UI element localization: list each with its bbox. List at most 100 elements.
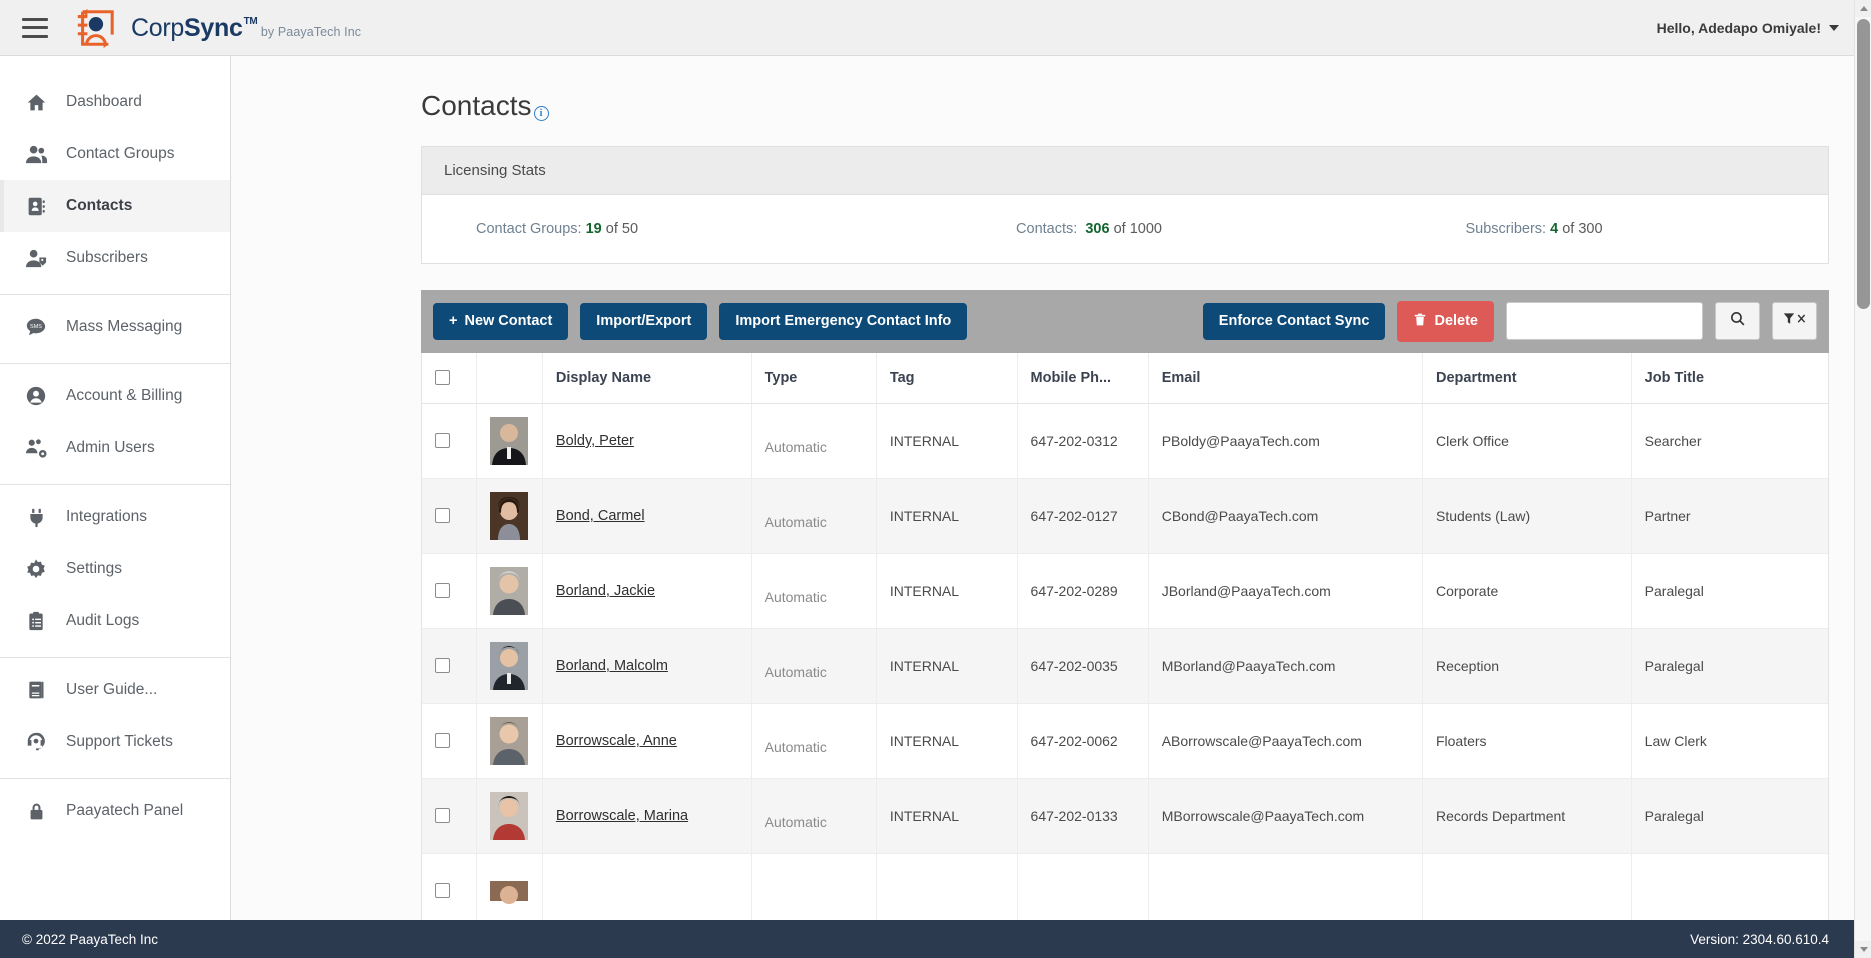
row-job-title-cell: Law Clerk — [1631, 703, 1828, 779]
row-select-cell — [422, 553, 478, 629]
row-email-cell: JBorland@PaayaTech.com — [1148, 553, 1423, 629]
sidebar-group-system: Integrations Settings Audit Logs — [0, 485, 230, 658]
column-display-name[interactable]: Display Name — [542, 352, 752, 404]
row-checkbox[interactable] — [435, 808, 450, 823]
row-email-cell: ABorrowscale@PaayaTech.com — [1148, 703, 1423, 779]
row-checkbox[interactable] — [435, 883, 450, 898]
clear-filter-button[interactable] — [1772, 302, 1817, 341]
row-job-title-cell: Paralegal — [1631, 778, 1828, 854]
sidebar-item-paayatech-panel[interactable]: Paayatech Panel — [0, 785, 230, 837]
hamburger-icon[interactable] — [22, 17, 48, 38]
table-row[interactable]: Borrowscale, Marina Automatic INTERNAL 6… — [422, 778, 1828, 854]
row-phone-cell: 647-202-0035 — [1017, 628, 1149, 704]
row-checkbox[interactable] — [435, 733, 450, 748]
sidebar-item-mass-messaging[interactable]: SMS Mass Messaging — [0, 301, 230, 353]
table-row[interactable]: Boldy, Peter Automatic INTERNAL 647-202-… — [422, 403, 1828, 479]
sidebar-item-label: Support Tickets — [66, 733, 173, 750]
row-photo-cell — [476, 403, 543, 479]
stat-contacts: Contacts: 306 of 1000 — [1016, 221, 1465, 237]
scroll-down-icon[interactable] — [1855, 941, 1871, 958]
row-type-cell: Automatic — [751, 628, 877, 704]
row-checkbox[interactable] — [435, 583, 450, 598]
delete-label: Delete — [1434, 313, 1478, 329]
contact-name-link[interactable]: Bond, Carmel — [556, 508, 645, 524]
sidebar-item-settings[interactable]: Settings — [0, 543, 230, 595]
footer-copyright: © 2022 PaayaTech Inc — [22, 931, 159, 947]
row-select-cell — [422, 703, 478, 779]
contact-name-link[interactable]: Borland, Malcolm — [556, 658, 668, 674]
row-phone-cell: 647-202-0133 — [1017, 778, 1149, 854]
sidebar-item-contact-groups[interactable]: Contact Groups — [0, 128, 230, 180]
page-scrollbar[interactable] — [1854, 0, 1871, 958]
row-tag-cell: INTERNAL — [876, 478, 1018, 554]
sidebar-item-support-tickets[interactable]: Support Tickets — [0, 716, 230, 768]
row-email-cell: MBorland@PaayaTech.com — [1148, 628, 1423, 704]
row-checkbox[interactable] — [435, 508, 450, 523]
table-row[interactable]: Borrowscale, Anne Automatic INTERNAL 647… — [422, 703, 1828, 779]
users-icon — [22, 143, 50, 166]
table-row[interactable]: Borland, Jackie Automatic INTERNAL 647-2… — [422, 553, 1828, 629]
sidebar-item-account-billing[interactable]: Account & Billing — [0, 370, 230, 422]
row-select-cell — [422, 853, 478, 920]
row-department-cell: Reception — [1422, 628, 1632, 704]
home-icon — [22, 92, 50, 113]
row-phone-cell — [1017, 853, 1149, 920]
user-circle-icon — [22, 385, 50, 407]
stat-denominator: of 50 — [605, 221, 639, 237]
row-display-name-cell: Borrowscale, Marina — [542, 778, 752, 854]
import-export-button[interactable]: Import/Export — [580, 303, 708, 340]
sidebar-item-label: Account & Billing — [66, 387, 183, 404]
sidebar-item-contacts[interactable]: Contacts — [0, 180, 230, 232]
row-photo-cell — [476, 853, 543, 920]
scroll-up-icon[interactable] — [1855, 0, 1871, 17]
plus-icon: + — [449, 313, 458, 329]
sidebar-item-admin-users[interactable]: Admin Users — [0, 422, 230, 474]
row-select-cell — [422, 778, 478, 854]
row-department-cell: Students (Law) — [1422, 478, 1632, 554]
contact-name-link[interactable]: Borrowscale, Marina — [556, 808, 688, 824]
column-email[interactable]: Email — [1148, 352, 1423, 404]
row-checkbox[interactable] — [435, 433, 450, 448]
column-tag[interactable]: Tag — [876, 352, 1018, 404]
sidebar-item-user-guide[interactable]: User Guide... — [0, 664, 230, 716]
info-icon[interactable]: i — [533, 106, 549, 121]
row-email-cell — [1148, 853, 1423, 920]
sidebar-item-label: Dashboard — [66, 93, 142, 110]
main-content: Contacts i Licensing Stats Contact Group… — [231, 56, 1871, 920]
contact-name-link[interactable]: Borland, Jackie — [556, 583, 655, 599]
row-type-cell — [751, 853, 877, 920]
column-job-title[interactable]: Job Title — [1631, 352, 1828, 404]
row-display-name-cell: Borland, Jackie — [542, 553, 752, 629]
sidebar-item-audit-logs[interactable]: Audit Logs — [0, 595, 230, 647]
row-checkbox[interactable] — [435, 658, 450, 673]
users-cog-icon — [22, 437, 50, 460]
user-menu[interactable]: Hello, Adedapo Omiyale! — [1657, 20, 1853, 36]
import-emergency-contact-button[interactable]: Import Emergency Contact Info — [719, 303, 968, 340]
contact-name-link[interactable]: Boldy, Peter — [556, 433, 634, 449]
column-type[interactable]: Type — [751, 352, 877, 404]
contact-name-link[interactable]: Borrowscale, Anne — [556, 733, 677, 749]
user-tag-icon — [22, 247, 50, 270]
stat-subscribers: Subscribers: 4 of 300 — [1465, 221, 1806, 237]
table-row[interactable] — [422, 853, 1828, 920]
sidebar-item-dashboard[interactable]: Dashboard — [0, 76, 230, 128]
row-job-title-cell — [1631, 853, 1828, 920]
brand-logo[interactable]: CorpSyncTM by PaayaTech Inc — [70, 7, 361, 49]
table-row[interactable]: Borland, Malcolm Automatic INTERNAL 647-… — [422, 628, 1828, 704]
column-mobile-phone[interactable]: Mobile Ph... — [1017, 352, 1149, 404]
sidebar-item-integrations[interactable]: Integrations — [0, 491, 230, 543]
column-department[interactable]: Department — [1422, 352, 1632, 404]
delete-button[interactable]: Delete — [1397, 301, 1494, 342]
new-contact-button[interactable]: + New Contact — [433, 303, 569, 340]
search-button[interactable] — [1715, 302, 1760, 341]
sidebar-item-subscribers[interactable]: Subscribers — [0, 232, 230, 284]
select-all-checkbox[interactable] — [435, 370, 450, 385]
row-department-cell: Corporate — [1422, 553, 1632, 629]
scrollbar-thumb[interactable] — [1857, 19, 1870, 309]
row-department-cell — [1422, 853, 1632, 920]
table-header-row: Display Name Type Tag Mobile Ph... Email… — [422, 352, 1828, 404]
table-row[interactable]: Bond, Carmel Automatic INTERNAL 647-202-… — [422, 478, 1828, 554]
enforce-contact-sync-button[interactable]: Enforce Contact Sync — [1202, 303, 1386, 340]
search-input[interactable] — [1506, 302, 1703, 341]
row-job-title-cell: Partner — [1631, 478, 1828, 554]
